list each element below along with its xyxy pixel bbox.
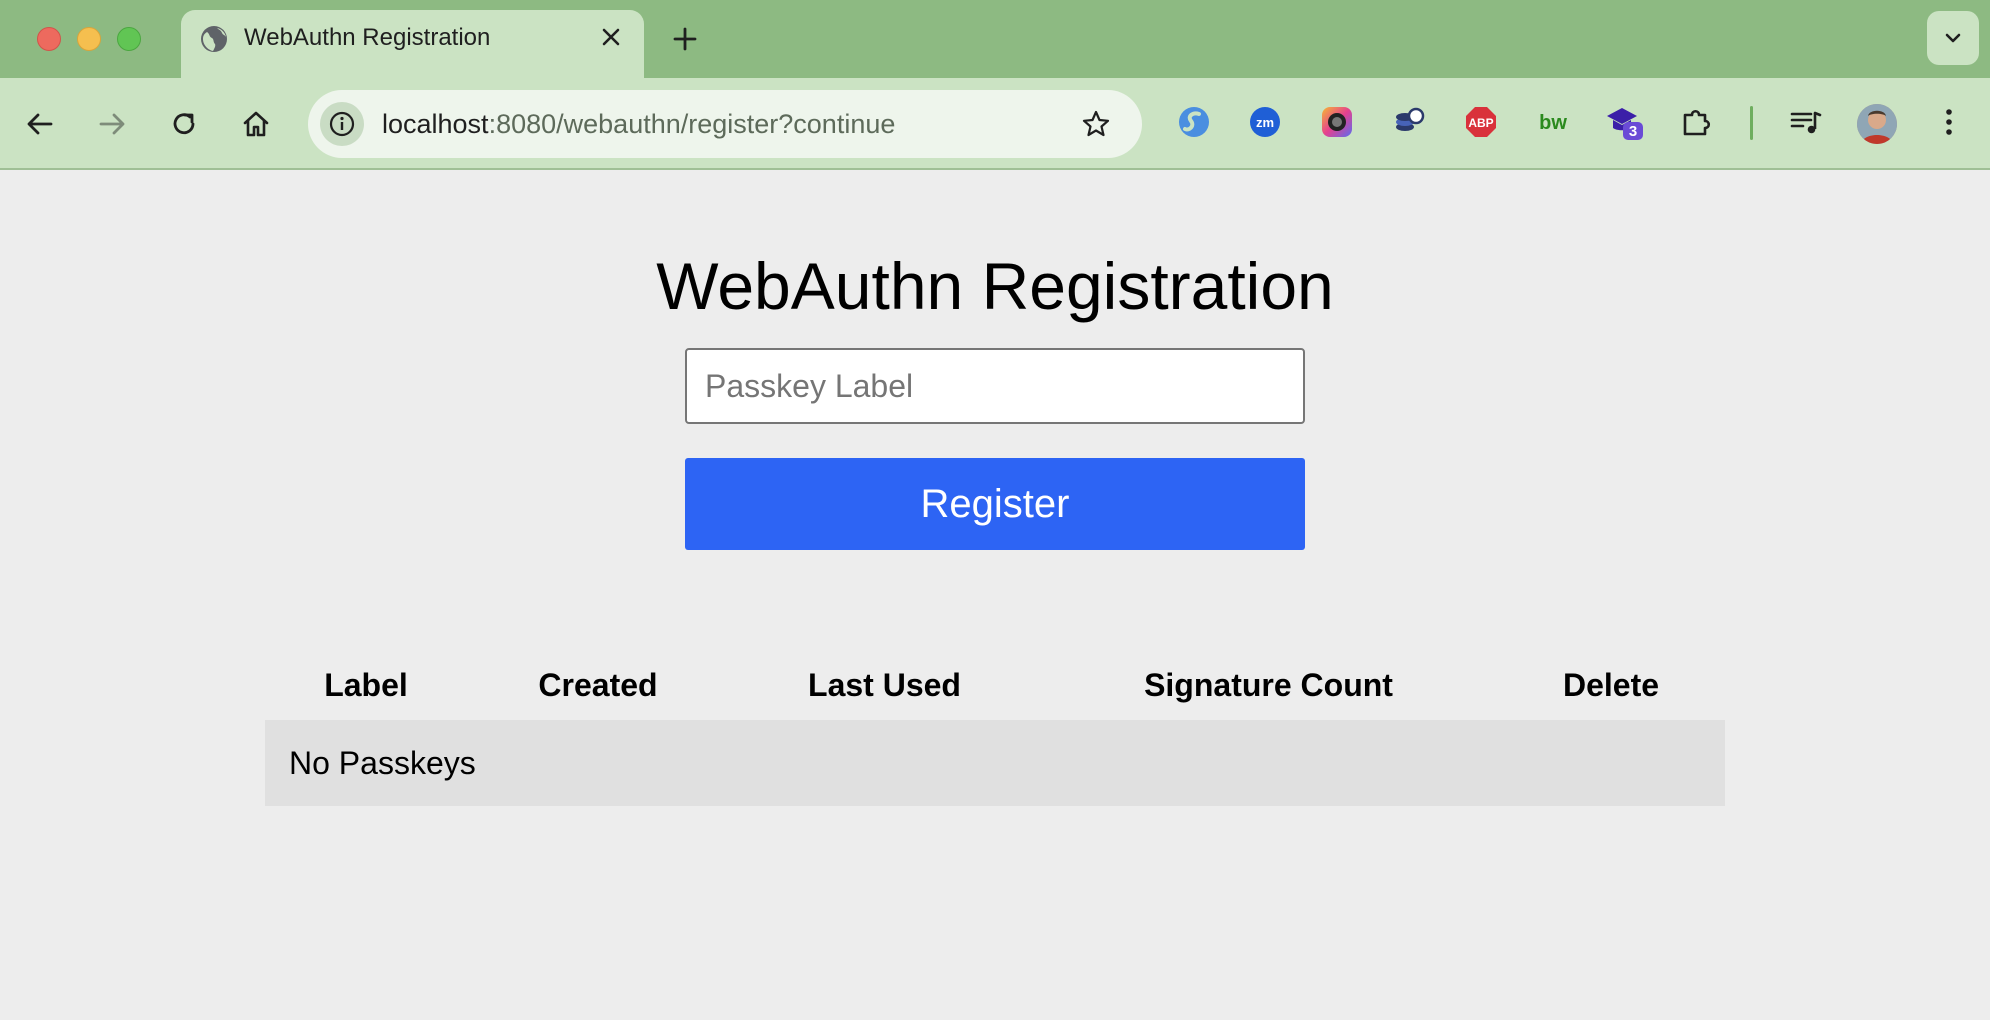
passkeys-table: Label Created Last Used Signature Count … [265, 650, 1725, 806]
register-button[interactable]: Register [685, 458, 1305, 550]
s-extension-icon[interactable] [1172, 100, 1216, 144]
camera-extension-icon[interactable] [1315, 100, 1359, 144]
column-header-label: Label [324, 666, 408, 703]
zoom-window-button[interactable] [117, 27, 141, 51]
back-arrow-icon[interactable] [16, 100, 64, 148]
kebab-menu-icon[interactable] [1927, 100, 1971, 144]
url-path: :8080/webauthn/register?continue [488, 109, 896, 139]
passkey-label-input[interactable] [685, 348, 1305, 424]
url-host: localhost [382, 109, 489, 139]
minimize-window-button[interactable] [77, 27, 101, 51]
tab-search-chevron-icon[interactable] [1927, 11, 1979, 65]
home-icon[interactable] [232, 100, 280, 148]
zm-label: zm [1256, 115, 1274, 130]
page-title: WebAuthn Registration [656, 249, 1334, 323]
empty-message: No Passkeys [265, 720, 1725, 806]
column-header-created: Created [538, 666, 658, 703]
coins-extension-icon[interactable] [1387, 100, 1431, 144]
close-window-button[interactable] [37, 27, 61, 51]
adblock-plus-icon[interactable]: ABP [1459, 100, 1503, 144]
tab-strip: WebAuthn Registration [0, 0, 1990, 78]
bw-label: bw [1539, 112, 1567, 134]
puzzle-icon[interactable] [1675, 100, 1719, 144]
abp-label: ABP [1468, 116, 1493, 130]
page-content: WebAuthn Registration Register Label Cre… [0, 170, 1990, 1020]
forward-arrow-icon[interactable] [88, 100, 136, 148]
bw-extension-icon[interactable]: bw [1531, 100, 1575, 144]
browser-window: WebAuthn Registration localhost:8080/web… [0, 0, 1990, 1020]
browser-toolbar: localhost:8080/webauthn/register?continu… [0, 78, 1990, 170]
column-header-delete: Delete [1562, 666, 1660, 703]
graduation-extension-icon[interactable]: 3 [1603, 100, 1647, 144]
tab-close-icon[interactable] [596, 22, 626, 52]
site-info-icon[interactable] [320, 102, 364, 146]
address-bar[interactable]: localhost:8080/webauthn/register?continu… [308, 90, 1142, 158]
reload-icon[interactable] [160, 100, 208, 148]
zm-extension-icon[interactable]: zm [1243, 100, 1287, 144]
extension-badge: 3 [1629, 123, 1637, 140]
column-header-signature-count: Signature Count [1144, 666, 1393, 703]
toolbar-divider [1750, 106, 1753, 140]
table-header-row: Label Created Last Used Signature Count … [265, 650, 1725, 720]
media-queue-icon[interactable] [1784, 100, 1828, 144]
table-row: No Passkeys [265, 720, 1725, 806]
tab-title: WebAuthn Registration [244, 24, 491, 51]
tab-webauthn-registration[interactable]: WebAuthn Registration [181, 10, 644, 78]
column-header-last-used: Last Used [808, 666, 961, 703]
profile-avatar[interactable] [1857, 104, 1897, 144]
new-tab-plus-icon[interactable] [668, 22, 702, 56]
bookmark-star-icon[interactable] [1074, 102, 1118, 146]
globe-icon [199, 24, 229, 54]
url-text[interactable]: localhost:8080/webauthn/register?continu… [382, 106, 895, 142]
